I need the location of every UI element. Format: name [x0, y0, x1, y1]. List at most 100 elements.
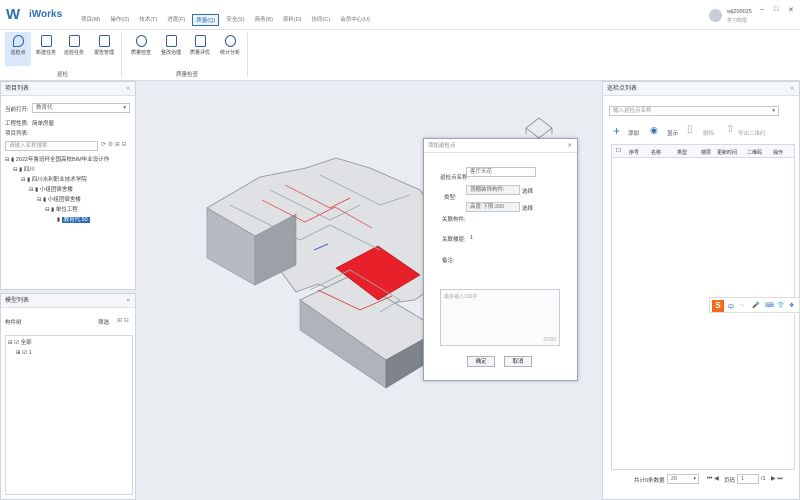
current-project-value: 教育代	[36, 105, 53, 111]
expand-icon[interactable]: ⊞ ⊟	[117, 317, 129, 324]
select-button[interactable]: 选择	[522, 204, 533, 212]
close-icon[interactable]: ✕	[788, 6, 794, 14]
chevron-down-icon: ▾	[693, 476, 696, 482]
chevron-down-icon: ▾	[123, 105, 126, 111]
menu-item[interactable]: 协同(C)	[309, 14, 334, 26]
tree-node[interactable]: ⊟ ☑ 全部	[8, 338, 130, 348]
toolbox-icon[interactable]: ❖	[789, 302, 794, 309]
ribbon-button-report[interactable]: 报告管理	[91, 32, 117, 66]
tree-label: 1	[28, 350, 32, 356]
menu-item[interactable]: 安全(S)	[223, 14, 247, 26]
ribbon-label: 新建任务	[35, 50, 56, 56]
ribbon-label: 巡检点	[10, 50, 26, 56]
menu-item-quality[interactable]: 质量(Q)	[192, 14, 220, 26]
select-button[interactable]: 选择	[522, 187, 533, 195]
cancel-button[interactable]: 取消	[504, 356, 532, 367]
statistics-icon	[224, 35, 236, 47]
first-page-icon[interactable]: ⏮ ◀	[707, 475, 719, 483]
tree-node[interactable]: ⊟ ▮ 四川水利职业技术学院	[5, 175, 109, 185]
keyboard-icon[interactable]: ⌨	[765, 302, 774, 309]
menu-item[interactable]: 项目(M)	[78, 14, 103, 26]
collapse-icon[interactable]: «	[791, 82, 794, 96]
ribbon-button-inspection-task[interactable]: 巡检任务	[61, 32, 87, 66]
evaluation-icon	[194, 35, 206, 47]
filter-button[interactable]: 筛选	[98, 318, 109, 326]
document-icon	[40, 35, 52, 47]
refresh-icon[interactable]: ⟳ ⚙ ⊞ ⊟	[101, 141, 126, 148]
delete-button[interactable]: 删除	[703, 129, 714, 137]
task-list-icon	[68, 35, 80, 47]
type-value-2[interactable]: 高度:下限:200	[466, 202, 520, 212]
tree-label: 教育代.50	[61, 217, 90, 223]
ribbon-button-statistics[interactable]: 统计分析	[217, 32, 243, 66]
app-logo-icon: W	[6, 6, 21, 23]
ime-logo-icon[interactable]: S	[712, 300, 724, 312]
table-header: ☐ 序号 名称 类型 楼层 更新时间 二维码 操作	[612, 145, 794, 158]
ribbon-button-inspection-point[interactable]: 巡检点	[5, 32, 31, 66]
tree-node[interactable]: ⊟ ▮ 2022年鲁班杯全国高校BIM毕业设计作	[5, 155, 109, 165]
inspection-search-input[interactable]: 输入巡检点名称 ▾	[609, 106, 779, 116]
minimize-icon[interactable]: –	[760, 6, 764, 13]
tree-label: 构件树	[5, 320, 22, 326]
tree-label: 小组团宿舍楼	[39, 187, 73, 193]
type-label: 类型:	[444, 195, 457, 201]
tree-node[interactable]: ⊟ ▮ 小组团宿舍楼	[5, 195, 109, 205]
report-icon	[98, 35, 110, 47]
tree-node[interactable]: ⊟ ▮ 小组团宿舍楼	[5, 185, 109, 195]
ime-lang[interactable]: 中	[728, 302, 734, 311]
ok-button[interactable]: 确定	[467, 356, 495, 367]
export-qr-button[interactable]: 导出二维码	[738, 129, 766, 137]
project-search-input[interactable]: 请输入名称搜索	[5, 141, 98, 151]
close-icon[interactable]: ✕	[567, 139, 572, 153]
collapse-icon[interactable]: «	[127, 82, 130, 96]
column-header: 名称	[651, 150, 662, 156]
project-tree: ⊟ ▮ 2022年鲁班杯全国高校BIM毕业设计作 ⊟ ▮ 四川 ⊟ ▮ 四川水利…	[5, 155, 109, 225]
menu-item[interactable]: 会员中心(U)	[337, 14, 373, 26]
skin-icon[interactable]: 👕	[777, 302, 784, 309]
show-button[interactable]: 显示	[667, 129, 678, 137]
search-placeholder: 输入巡检点名称	[613, 108, 652, 114]
eye-icon[interactable]: ◉	[650, 125, 658, 136]
name-input[interactable]: 客厅天花	[466, 167, 536, 177]
maximize-icon[interactable]: □	[774, 6, 778, 13]
menu-item[interactable]: 商务(B)	[252, 14, 276, 26]
tree-label: 小组团宿舍楼	[47, 197, 81, 203]
dialog-title-text: 添加巡检点	[428, 143, 456, 149]
upload-icon[interactable]: ⇧	[726, 124, 734, 135]
tree-node[interactable]: ⊞ ☑ 1	[8, 348, 130, 358]
page-size-select[interactable]: 20 ▾	[667, 474, 699, 484]
ribbon-button-evaluation[interactable]: 质量评优	[187, 32, 213, 66]
menu-item[interactable]: 操作(O)	[107, 14, 132, 26]
type-value-1[interactable]: 顶棚装饰构件:	[466, 185, 520, 195]
ime-punct-icon[interactable]: ·,	[740, 302, 744, 308]
microphone-icon[interactable]: 🎤	[752, 302, 759, 309]
component-label: 关联构件:	[442, 217, 466, 223]
trash-icon[interactable]: ▯	[687, 124, 693, 135]
tree-node-selected[interactable]: ▮ 教育代.50	[5, 215, 109, 225]
collapse-icon[interactable]: «	[127, 294, 130, 308]
next-page-icon[interactable]: ▶ ⏭	[771, 475, 783, 483]
add-icon[interactable]: +	[613, 124, 620, 138]
current-project-select[interactable]: 教育代 ▾	[32, 103, 130, 113]
ribbon-button-new-task[interactable]: 新建任务	[33, 32, 59, 66]
menu-item[interactable]: 技术(T)	[136, 14, 160, 26]
column-header: 二维码	[747, 150, 763, 156]
ribbon-button-quality-check[interactable]: 质量检查	[128, 32, 154, 66]
add-button[interactable]: 添加	[628, 129, 639, 137]
note-textarea[interactable]: 最多输入150字 0/150	[440, 289, 560, 346]
rectify-icon	[165, 35, 177, 47]
menu-item[interactable]: 进度(F)	[164, 14, 188, 26]
page-label: 页码	[724, 478, 736, 484]
tree-label: 单位工程	[55, 207, 78, 213]
engineer-label: 工程性质:	[5, 121, 29, 127]
name-label: 巡检点名称:	[440, 175, 470, 181]
menu-item[interactable]: 资料(D)	[280, 14, 305, 26]
select-all-checkbox[interactable]: ☐	[616, 148, 621, 154]
model-panel: 模型列表 « 构件树 筛选 ⊞ ⊟ ⊟ ☑ 全部 ⊞ ☑ 1	[0, 293, 136, 500]
tree-node[interactable]: ⊟ ▮ 单位工程	[5, 205, 109, 215]
ribbon-button-rectification[interactable]: 整改治理	[158, 32, 184, 66]
page-select[interactable]: 1	[737, 474, 759, 484]
avatar[interactable]	[709, 9, 722, 22]
tree-node[interactable]: ⊟ ▮ 四川	[5, 165, 109, 175]
panel-title: 巡检点列表	[607, 86, 638, 92]
